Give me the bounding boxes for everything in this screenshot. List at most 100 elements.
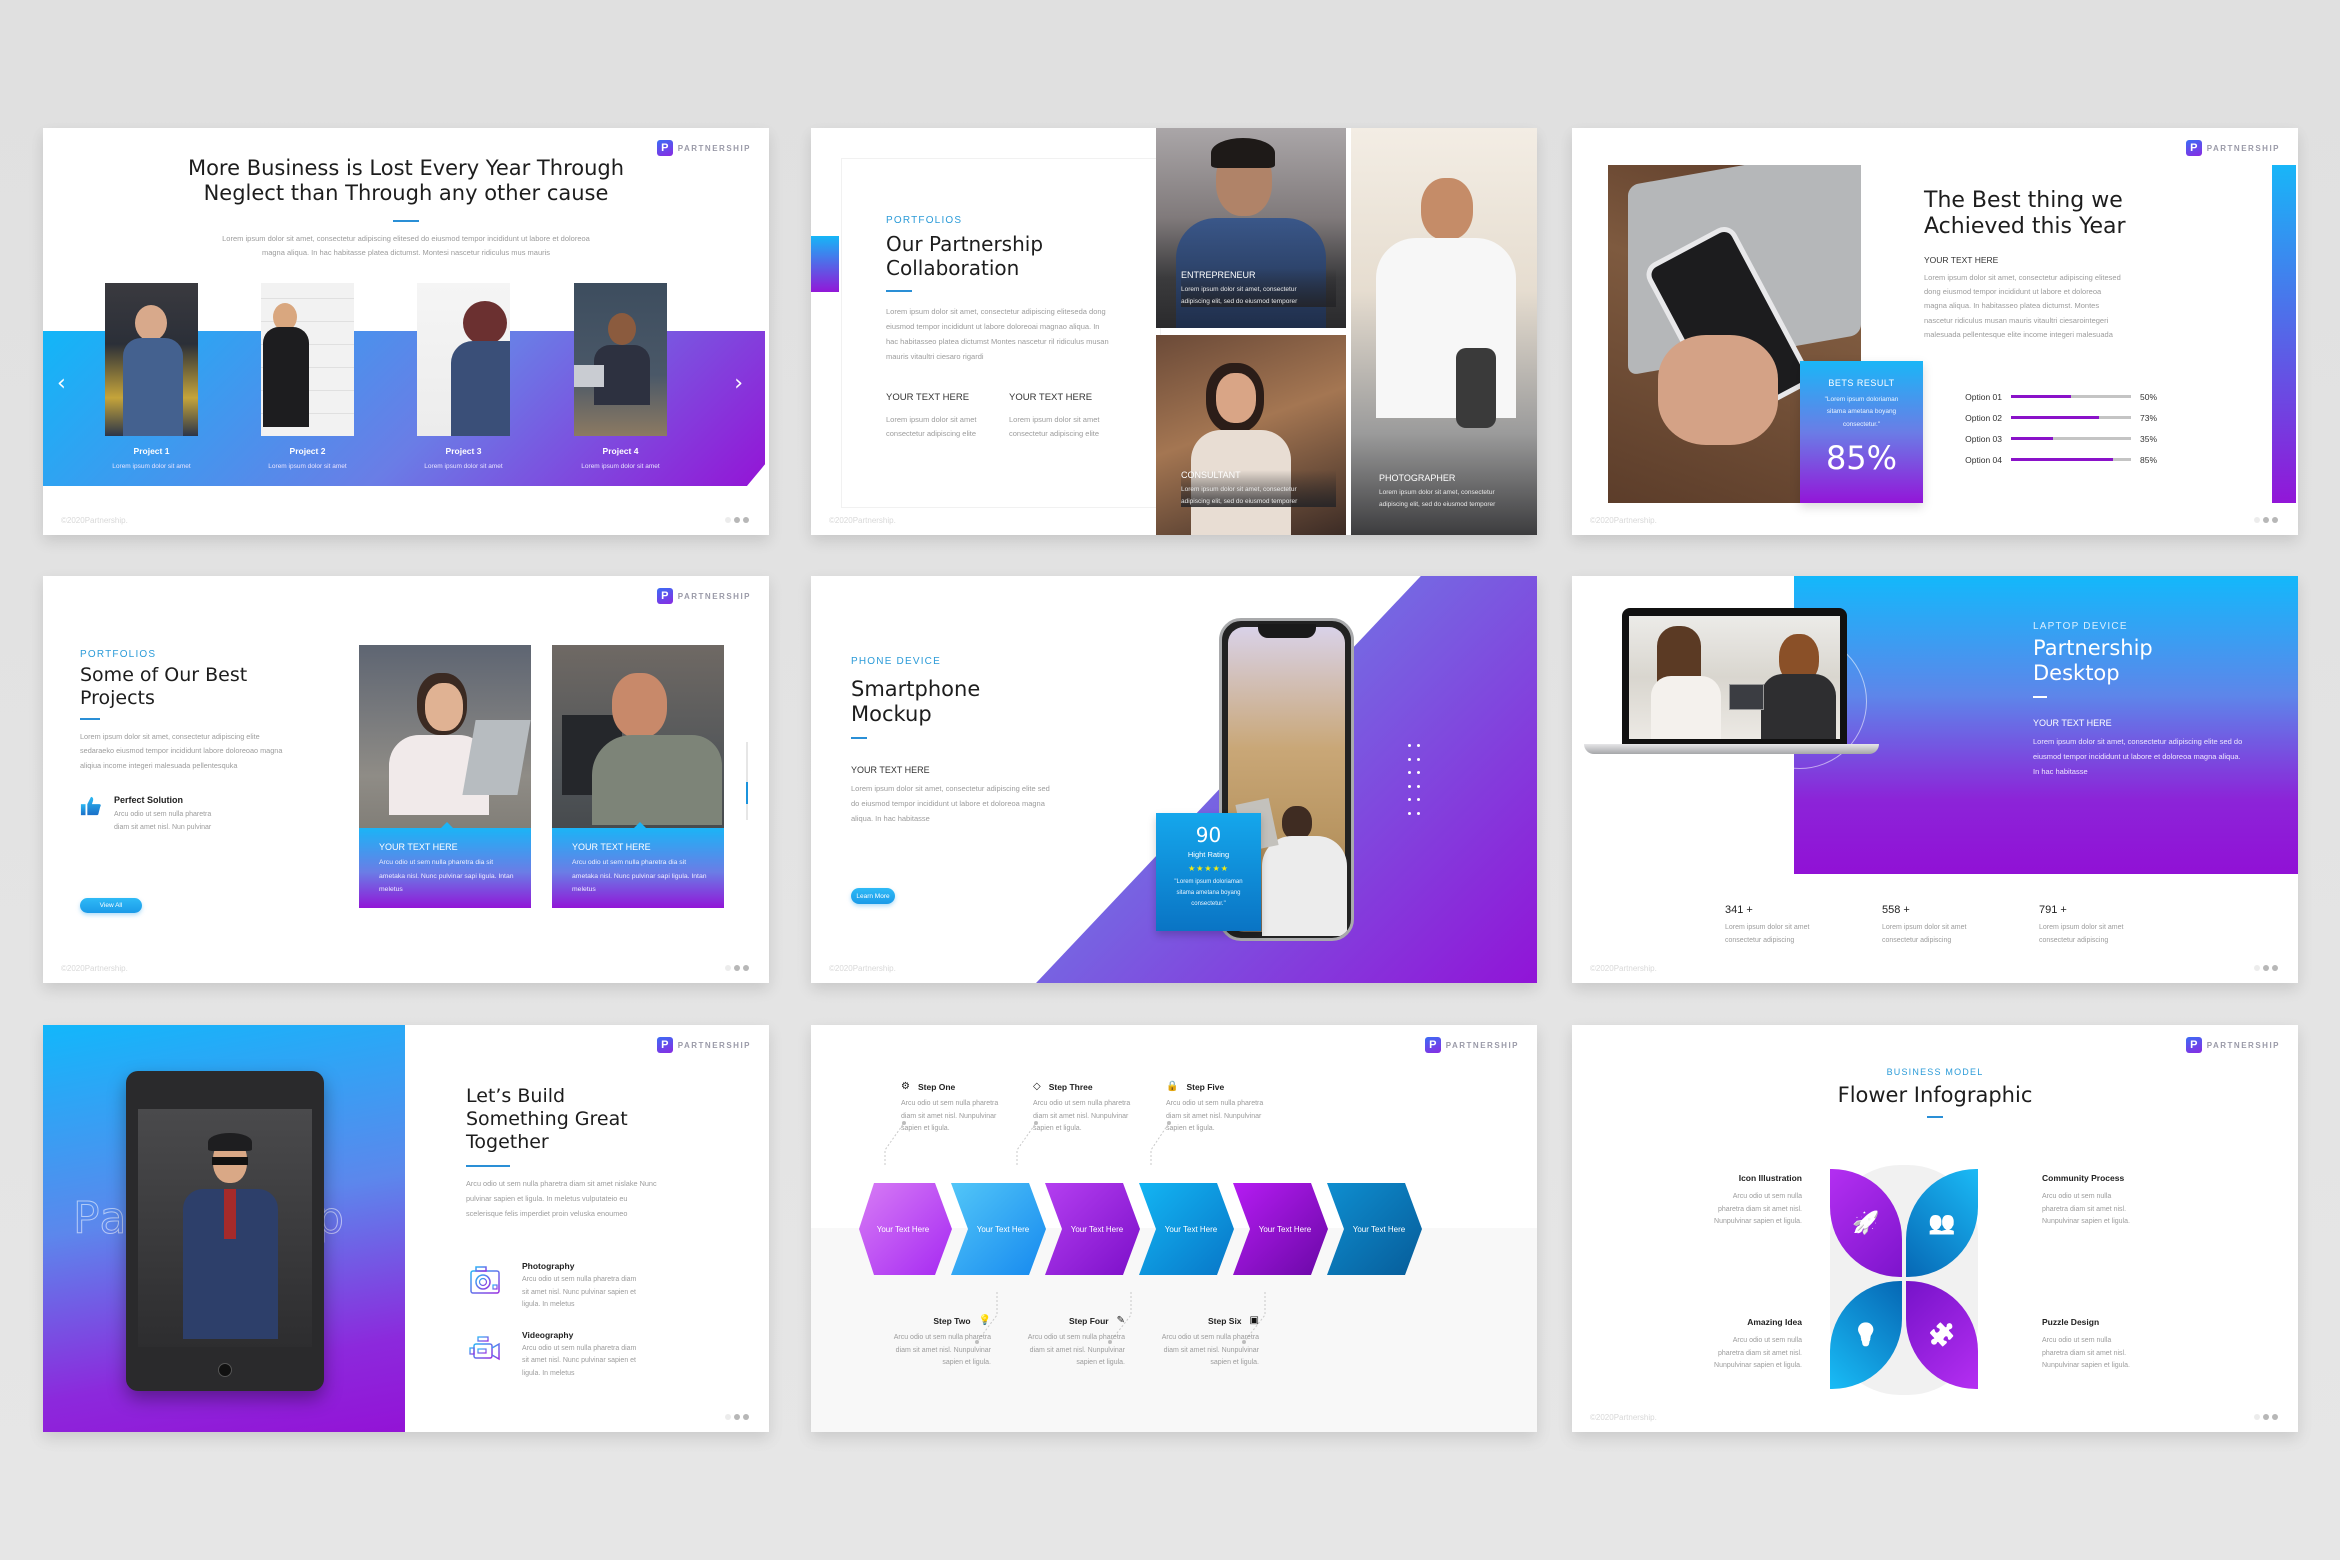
- slide-flower-infographic[interactable]: P PARTNERSHIP BUSINESS MODEL Flower Info…: [1572, 1025, 2298, 1432]
- card-head: YOUR TEXT HERE: [572, 842, 651, 852]
- slide-title: Let’s Build Something Great Together: [466, 1085, 726, 1153]
- option-track: [2011, 437, 2131, 440]
- logo-text: PARTNERSHIP: [2206, 143, 2280, 153]
- option-row: Option 04 85%: [1952, 449, 2192, 470]
- column-body: Lorem ipsum dolor sit amet consectetur a…: [886, 415, 977, 438]
- slide-smartphone-mockup[interactable]: PHONE DEVICE Smartphone Mockup YOUR TEXT…: [811, 576, 1537, 983]
- scrollbar-thumb[interactable]: [746, 782, 748, 804]
- page-dots: [2254, 965, 2278, 971]
- logo-mark: P: [656, 140, 673, 156]
- feature-item: Videography Arcu odio ut sem nulla pharet…: [468, 1330, 728, 1381]
- vertical-scrollbar[interactable]: [746, 742, 748, 820]
- step-hexagon-label: Your Text Here: [1071, 1225, 1124, 1234]
- project-desc: Lorem ipsum dolor sit amet: [424, 463, 503, 470]
- slide-six-steps[interactable]: P PARTNERSHIP Your Text Here Your Text He…: [811, 1025, 1537, 1432]
- lightbulb-icon: 💡: [1852, 1322, 1880, 1348]
- camera-icon: [468, 1263, 502, 1297]
- option-track: [2011, 458, 2131, 461]
- column-head: YOUR TEXT HERE: [1009, 392, 1093, 403]
- slide-partnership-collaboration[interactable]: PORTFOLIOS Our Partnership Collaboration…: [811, 128, 1537, 535]
- card-head: YOUR TEXT HERE: [379, 842, 458, 852]
- slide-partnership-desktop[interactable]: LAPTOP DEVICE Partnership Desktop YOUR T…: [1572, 576, 2298, 983]
- column-body: Lorem ipsum dolor sit amet consectetur a…: [1009, 415, 1100, 438]
- feature-title: Videography: [522, 1329, 574, 1340]
- petal-title: Puzzle Design: [2042, 1317, 2100, 1327]
- slide-build-together[interactable]: Partnership P PARTNERSHIP Let’s Build So…: [43, 1025, 769, 1432]
- users-icon: 👥: [1928, 1210, 1956, 1236]
- subhead: YOUR TEXT HERE: [1924, 254, 1999, 265]
- decorative-dot: [1417, 811, 1420, 815]
- view-all-button[interactable]: View All: [80, 898, 142, 913]
- role-card-consultant: CONSULTANT Lorem ipsum dolor sit amet, c…: [1156, 335, 1346, 535]
- accent-block: [811, 236, 839, 292]
- option-fill: [2011, 437, 2053, 440]
- step-hexagon-label: Your Text Here: [1165, 1225, 1218, 1234]
- project-card-1: YOUR TEXT HERE Arcu odio ut sem nulla ph…: [359, 822, 531, 908]
- copyright: ©2020Partnership.: [829, 964, 896, 973]
- body-text: Lorem ipsum dolor sit amet, consectetur …: [80, 731, 283, 770]
- stat-desc: Lorem ipsum dolor sit amet consectetur a…: [1882, 924, 1967, 944]
- project-caption[interactable]: Project 1 Lorem ipsum dolor sit amet: [105, 446, 198, 470]
- title-underline: [466, 1165, 510, 1168]
- feature-title: Photography: [522, 1261, 575, 1271]
- title-line: Some of Our Best: [80, 664, 248, 686]
- brand-logo: P PARTNERSHIP: [656, 1037, 751, 1053]
- decorative-dot: [1417, 798, 1420, 801]
- kicker: BUSINESS MODEL: [1886, 1067, 1984, 1077]
- tablet-device: [126, 1071, 324, 1391]
- carousel-prev-button[interactable]: ‹: [57, 371, 66, 396]
- title-underline: [393, 220, 419, 223]
- petal-text: Amazing Idea Arcu odio ut sem nulla phare…: [1602, 1317, 1802, 1373]
- step-body: Arcu odio ut sem nulla pharetra diam sit…: [1161, 1334, 1259, 1367]
- step-hexagon-label: Your Text Here: [877, 1225, 930, 1234]
- slide-best-achievement[interactable]: P PARTNERSHIP BETS RESULT "Lorem ipsum d…: [1572, 128, 2298, 535]
- step-body: Arcu odio ut sem nulla pharetra diam sit…: [901, 1100, 999, 1133]
- logo-mark: P: [2185, 140, 2202, 156]
- title-line: Our Partnership: [886, 232, 1044, 256]
- step-item: Step Six ▣ Arcu odio ut sem nulla pharetra…: [1149, 1315, 1259, 1370]
- option-label: Option 04: [1965, 454, 2002, 465]
- title-line: Neglect than Through any other cause: [203, 181, 609, 206]
- slide-project-carousel[interactable]: P PARTNERSHIP More Business is Lost Ever…: [43, 128, 769, 535]
- petal-body: Arcu odio ut sem nulla pharetra diam sit…: [1714, 1337, 1802, 1370]
- chevron-left-icon: ‹: [57, 371, 66, 396]
- option-value: 50%: [2140, 391, 2158, 402]
- project-caption[interactable]: Project 4 Lorem ipsum dolor sit amet: [574, 446, 667, 470]
- logo-text: PARTNERSHIP: [2206, 1040, 2280, 1050]
- slide-title: Partnership Desktop: [2033, 636, 2273, 686]
- project-caption[interactable]: Project 3 Lorem ipsum dolor sit amet: [417, 446, 510, 470]
- project-photo-4: [574, 283, 667, 436]
- title-line: Let’s Build: [466, 1085, 566, 1107]
- rating-label: Hight Rating: [1187, 850, 1230, 859]
- copyright: ©2020Partnership.: [61, 964, 128, 973]
- stat-item: 341 + Lorem ipsum dolor sit amet consecte…: [1725, 904, 1827, 947]
- project-caption[interactable]: Project 2 Lorem ipsum dolor sit amet: [261, 446, 354, 470]
- project-photo-3: [417, 283, 510, 436]
- slide-title: Some of Our Best Projects: [80, 664, 300, 710]
- rocket-icon: 🚀: [1852, 1210, 1880, 1236]
- copyright: ©2020Partnership.: [61, 516, 128, 525]
- feature-body: Arcu odio ut sem nulla pharetra diam sit…: [522, 1344, 637, 1377]
- decorative-dot: [1408, 811, 1411, 815]
- slide-best-projects[interactable]: P PARTNERSHIP PORTFOLIOS Some of Our Bes…: [43, 576, 769, 983]
- title-line: Projects: [80, 686, 155, 709]
- logo-text: PARTNERSHIP: [677, 1040, 751, 1050]
- role-title: ENTREPRENEUR: [1181, 270, 1256, 280]
- option-row: Option 02 73%: [1952, 407, 2192, 428]
- laptop-base: [1584, 744, 1879, 754]
- decorative-dot: [1417, 771, 1420, 774]
- learn-more-button[interactable]: Learn More: [851, 888, 895, 904]
- body-text: Lorem ipsum dolor sit amet, consectetur …: [851, 784, 1050, 824]
- stat-item: 558 + Lorem ipsum dolor sit amet consecte…: [1882, 904, 1984, 947]
- title-underline: [80, 717, 100, 720]
- step-title: Step Five: [1186, 1081, 1225, 1092]
- title-line: Partnership: [2033, 636, 2153, 660]
- petal-title: Community Process: [2042, 1173, 2125, 1183]
- thumbs-up-icon: [80, 795, 102, 817]
- feature-list: Photography Arcu odio ut sem nulla pharet…: [468, 1261, 728, 1381]
- title-underline: [2033, 696, 2047, 699]
- step-title: Step One: [917, 1081, 956, 1092]
- role-title: PHOTOGRAPHER: [1379, 473, 1456, 483]
- option-fill: [2011, 416, 2099, 419]
- carousel-next-button[interactable]: ›: [734, 371, 743, 396]
